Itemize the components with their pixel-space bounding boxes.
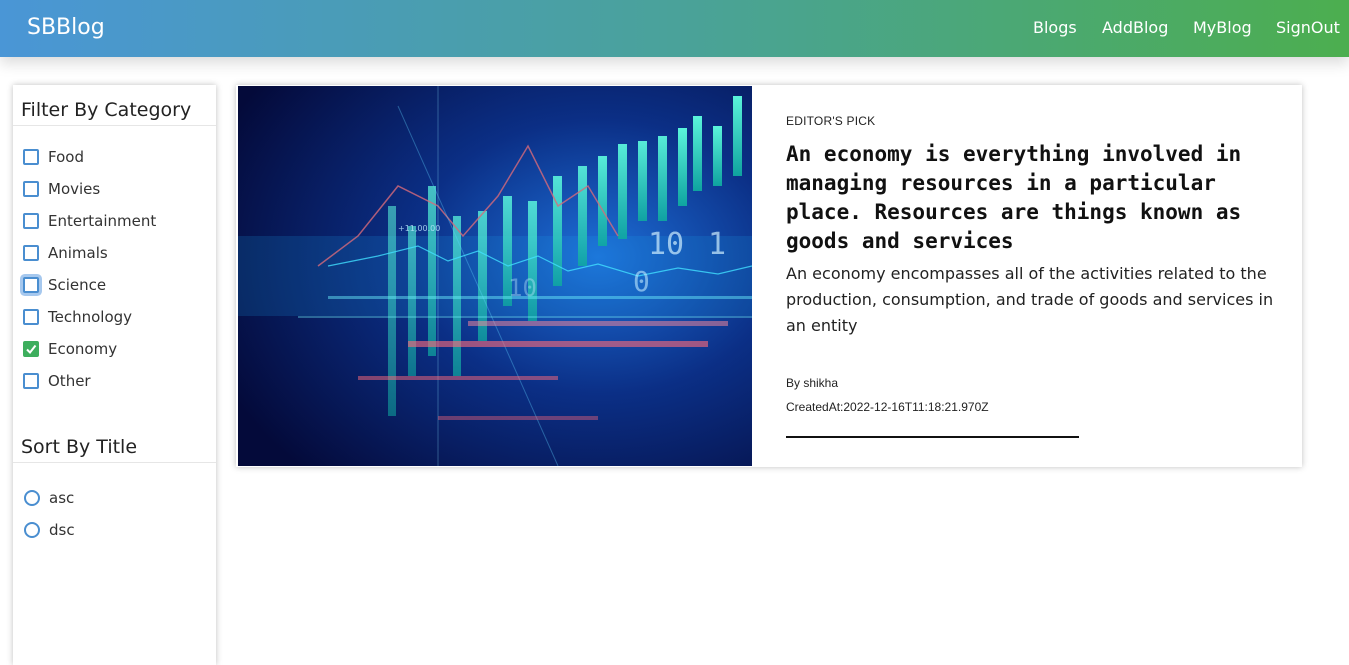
category-checkbox-animals[interactable]: Animals bbox=[23, 243, 108, 263]
checkbox-label: Entertainment bbox=[48, 212, 157, 230]
post-tag: EDITOR'S PICK bbox=[786, 114, 876, 128]
checkbox[interactable] bbox=[23, 245, 39, 261]
divider bbox=[13, 462, 216, 463]
checkbox[interactable] bbox=[23, 309, 39, 325]
post-created-at: CreatedAt:2022-12-16T11:18:21.970Z bbox=[786, 400, 989, 414]
image-number-text: 10 bbox=[508, 274, 537, 302]
sort-radio-asc[interactable]: asc bbox=[24, 488, 74, 508]
checkbox-label: Economy bbox=[48, 340, 118, 358]
sort-radio-dsc[interactable]: dsc bbox=[24, 520, 75, 540]
checkbox-label: Animals bbox=[48, 244, 108, 262]
check-icon bbox=[26, 344, 37, 355]
checkbox[interactable] bbox=[23, 149, 39, 165]
category-checkbox-technology[interactable]: Technology bbox=[23, 307, 132, 327]
checkbox-label: Movies bbox=[48, 180, 101, 198]
image-number-text: +11,00.00 bbox=[398, 224, 440, 233]
divider-line bbox=[786, 436, 1079, 438]
category-checkbox-food[interactable]: Food bbox=[23, 147, 84, 167]
category-checkbox-science[interactable]: Science bbox=[23, 275, 106, 295]
radio-label: asc bbox=[49, 489, 75, 507]
image-number-text: 1 bbox=[708, 227, 726, 262]
image-number-text: 10 bbox=[648, 227, 684, 262]
category-checkbox-entertainment[interactable]: Entertainment bbox=[23, 211, 156, 231]
filter-heading: Filter By Category bbox=[21, 99, 192, 121]
category-checkbox-movies[interactable]: Movies bbox=[23, 179, 100, 199]
divider bbox=[13, 125, 216, 126]
post-image[interactable]: 10 1 0 10 +11,00.00 bbox=[238, 86, 752, 466]
blog-post-card[interactable]: 10 1 0 10 +11,00.00 EDITOR'S PICK An eco… bbox=[236, 85, 1302, 467]
image-number-text: 0 bbox=[633, 265, 650, 298]
checkbox[interactable] bbox=[23, 213, 39, 229]
top-navbar: SBBlog Blogs AddBlog MyBlog SignOut bbox=[0, 0, 1349, 57]
checkbox[interactable] bbox=[23, 277, 39, 293]
checkbox-label: Food bbox=[48, 148, 84, 166]
checkbox-label: Science bbox=[48, 276, 107, 294]
nav-link-signout[interactable]: SignOut bbox=[1276, 18, 1340, 37]
post-description: An economy encompasses all of the activi… bbox=[786, 264, 1274, 335]
nav-link-blogs[interactable]: Blogs bbox=[1033, 18, 1077, 37]
brand-logo[interactable]: SBBlog bbox=[27, 15, 105, 40]
nav-link-myblog[interactable]: MyBlog bbox=[1193, 18, 1252, 37]
filter-sidebar: Filter By Category Food Movies Entertain… bbox=[13, 85, 216, 665]
radio-button[interactable] bbox=[24, 490, 40, 506]
checkbox[interactable] bbox=[23, 373, 39, 389]
radio-label: dsc bbox=[49, 521, 75, 539]
category-checkbox-economy[interactable]: Economy bbox=[23, 339, 117, 359]
checkbox[interactable] bbox=[23, 181, 39, 197]
nav-link-addblog[interactable]: AddBlog bbox=[1102, 18, 1168, 37]
post-title[interactable]: An economy is everything involved in man… bbox=[786, 140, 1286, 256]
checkbox-label: Technology bbox=[48, 308, 133, 326]
post-author: By shikha bbox=[786, 376, 839, 390]
sort-heading: Sort By Title bbox=[21, 436, 138, 458]
category-checkbox-other[interactable]: Other bbox=[23, 371, 91, 391]
radio-button[interactable] bbox=[24, 522, 40, 538]
checkbox-label: Other bbox=[48, 372, 91, 390]
checkbox[interactable] bbox=[23, 341, 39, 357]
